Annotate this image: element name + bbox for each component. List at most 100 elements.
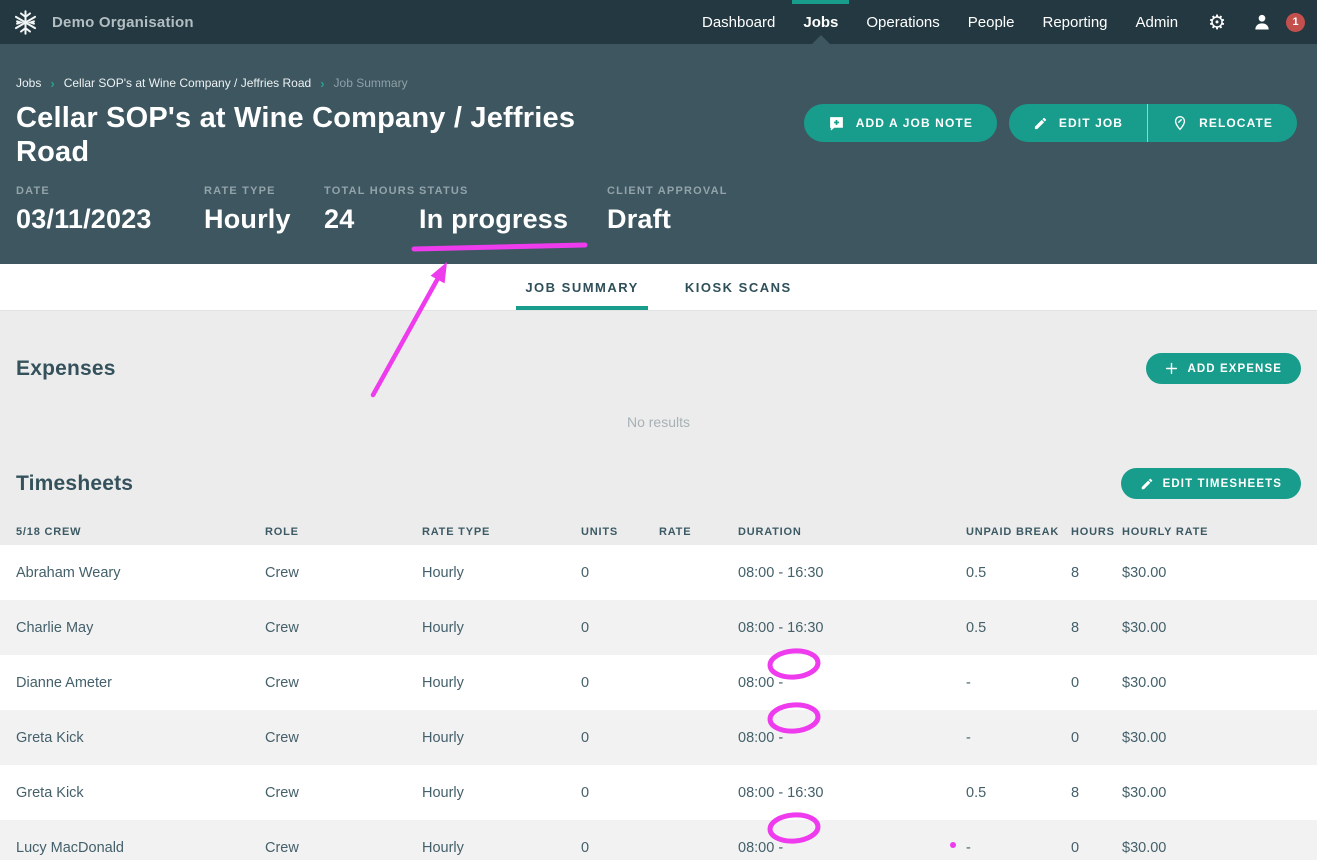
cell-hourly-rate: $30.00: [1122, 675, 1301, 691]
cell-units: 0: [581, 675, 659, 691]
tab-bar: JOB SUMMARY KIOSK SCANS: [0, 264, 1317, 311]
meta-status-label: STATUS: [419, 185, 607, 197]
cell-hours: 8: [1071, 565, 1122, 581]
cell-role: Crew: [265, 785, 422, 801]
cell-role: Crew: [265, 730, 422, 746]
add-job-note-button[interactable]: ADD A JOB NOTE: [804, 104, 997, 142]
cell-crew: Greta Kick: [16, 730, 265, 746]
cell-hours: 8: [1071, 785, 1122, 801]
nav-item-reporting[interactable]: Reporting: [1028, 0, 1121, 44]
cell-unpaid-break: 0.5: [966, 785, 1071, 801]
breadcrumb-job-name[interactable]: Cellar SOP's at Wine Company / Jeffries …: [64, 76, 312, 90]
meta-client-approval-value: Draft: [607, 204, 728, 235]
nav-icons: ⚙ 1: [1192, 0, 1317, 44]
pencil-icon: [1140, 477, 1154, 491]
cell-role: Crew: [265, 620, 422, 636]
tab-job-summary[interactable]: JOB SUMMARY: [516, 264, 648, 310]
notification-badge[interactable]: 1: [1286, 13, 1305, 32]
plus-icon: [1165, 362, 1178, 375]
cell-unpaid-break: 0.5: [966, 565, 1071, 581]
cell-duration: 08:00 -: [738, 840, 966, 856]
meta-rate-type-value: Hourly: [204, 204, 324, 235]
column-header-role: ROLE: [265, 526, 422, 538]
meta-rate-type: RATE TYPE Hourly: [204, 185, 324, 235]
relocate-label: RELOCATE: [1199, 116, 1273, 130]
table-row[interactable]: Greta Kick Crew Hourly 0 08:00 - - 0 $30…: [0, 710, 1317, 765]
meta-client-approval: CLIENT APPROVAL Draft: [607, 185, 728, 235]
cell-units: 0: [581, 620, 659, 636]
job-meta-row: DATE 03/11/2023 RATE TYPE Hourly TOTAL H…: [16, 185, 1297, 235]
cell-hours: 0: [1071, 730, 1122, 746]
cell-rate-type: Hourly: [422, 565, 581, 581]
cell-rate-type: Hourly: [422, 620, 581, 636]
brand[interactable]: Demo Organisation: [12, 0, 194, 44]
cell-crew: Lucy MacDonald: [16, 840, 265, 856]
cell-crew: Greta Kick: [16, 785, 265, 801]
nav-item-dashboard[interactable]: Dashboard: [688, 0, 789, 44]
meta-date-label: DATE: [16, 185, 204, 197]
cell-hourly-rate: $30.00: [1122, 620, 1301, 636]
cell-units: 0: [581, 565, 659, 581]
note-plus-icon: [828, 115, 845, 132]
job-summary-content: Expenses ADD EXPENSE No results Timeshee…: [0, 353, 1317, 860]
settings-gear-icon[interactable]: ⚙: [1208, 12, 1226, 32]
nav-item-people[interactable]: People: [954, 0, 1029, 44]
edit-timesheets-button[interactable]: EDIT TIMESHEETS: [1121, 468, 1301, 499]
job-actions: ADD A JOB NOTE EDIT JOB RELOCATE: [804, 104, 1297, 142]
nav-item-operations[interactable]: Operations: [852, 0, 953, 44]
cell-crew: Dianne Ameter: [16, 675, 265, 691]
relocate-button[interactable]: RELOCATE: [1147, 104, 1297, 142]
cell-hours: 8: [1071, 620, 1122, 636]
table-row[interactable]: Lucy MacDonald Crew Hourly 0 08:00 - - 0…: [0, 820, 1317, 860]
cell-role: Crew: [265, 675, 422, 691]
meta-total-hours-label: TOTAL HOURS: [324, 185, 419, 197]
cell-duration: 08:00 -: [738, 675, 966, 691]
edit-job-button[interactable]: EDIT JOB: [1009, 104, 1147, 142]
timesheets-table: 5/18 CREW ROLE RATE TYPE UNITS RATE DURA…: [0, 519, 1317, 860]
table-row[interactable]: Abraham Weary Crew Hourly 0 08:00 - 16:3…: [0, 545, 1317, 600]
column-header-unpaid-break: UNPAID BREAK: [966, 526, 1071, 538]
cell-duration: 08:00 - 16:30: [738, 565, 966, 581]
cell-units: 0: [581, 840, 659, 856]
add-expense-button[interactable]: ADD EXPENSE: [1146, 353, 1301, 384]
breadcrumb-jobs[interactable]: Jobs: [16, 76, 41, 90]
edit-relocate-button-group: EDIT JOB RELOCATE: [1009, 104, 1297, 142]
cell-duration: 08:00 -: [738, 730, 966, 746]
column-header-hours: HOURS: [1071, 526, 1122, 538]
cell-duration: 08:00 - 16:30: [738, 785, 966, 801]
column-header-units: UNITS: [581, 526, 659, 538]
table-row[interactable]: Greta Kick Crew Hourly 0 08:00 - 16:30 0…: [0, 765, 1317, 820]
cell-rate-type: Hourly: [422, 840, 581, 856]
column-header-duration: DURATION: [738, 526, 966, 538]
expenses-section-header: Expenses ADD EXPENSE: [16, 353, 1301, 384]
table-row[interactable]: Dianne Ameter Crew Hourly 0 08:00 - - 0 …: [0, 655, 1317, 710]
meta-date-value: 03/11/2023: [16, 204, 204, 235]
cell-unpaid-break: 0.5: [966, 620, 1071, 636]
job-header: Jobs › Cellar SOP's at Wine Company / Je…: [0, 44, 1317, 264]
cell-duration: 08:00 - 16:30: [738, 620, 966, 636]
user-account-icon[interactable]: [1252, 12, 1272, 32]
cell-crew: Charlie May: [16, 620, 265, 636]
timesheets-section-header: Timesheets EDIT TIMESHEETS: [16, 468, 1301, 499]
tab-kiosk-scans[interactable]: KIOSK SCANS: [676, 264, 801, 310]
meta-rate-type-label: RATE TYPE: [204, 185, 324, 197]
add-job-note-label: ADD A JOB NOTE: [856, 116, 973, 130]
cell-units: 0: [581, 730, 659, 746]
column-header-crew: 5/18 CREW: [16, 526, 265, 538]
meta-status-value: In progress: [419, 204, 607, 235]
cell-units: 0: [581, 785, 659, 801]
cell-crew: Abraham Weary: [16, 565, 265, 581]
table-row[interactable]: Charlie May Crew Hourly 0 08:00 - 16:30 …: [0, 600, 1317, 655]
cell-rate-type: Hourly: [422, 730, 581, 746]
meta-date: DATE 03/11/2023: [16, 185, 204, 235]
meta-total-hours-value: 24: [324, 204, 419, 235]
meta-client-approval-label: CLIENT APPROVAL: [607, 185, 728, 197]
cell-hours: 0: [1071, 675, 1122, 691]
nav-item-admin[interactable]: Admin: [1122, 0, 1193, 44]
nav-item-jobs[interactable]: Jobs: [789, 0, 852, 44]
column-header-hourly-rate: HOURLY RATE: [1122, 526, 1301, 538]
chevron-right-icon: ›: [320, 77, 324, 90]
org-logo-snowflake-icon: [12, 9, 39, 36]
cell-hourly-rate: $30.00: [1122, 730, 1301, 746]
table-header-row: 5/18 CREW ROLE RATE TYPE UNITS RATE DURA…: [0, 519, 1317, 545]
